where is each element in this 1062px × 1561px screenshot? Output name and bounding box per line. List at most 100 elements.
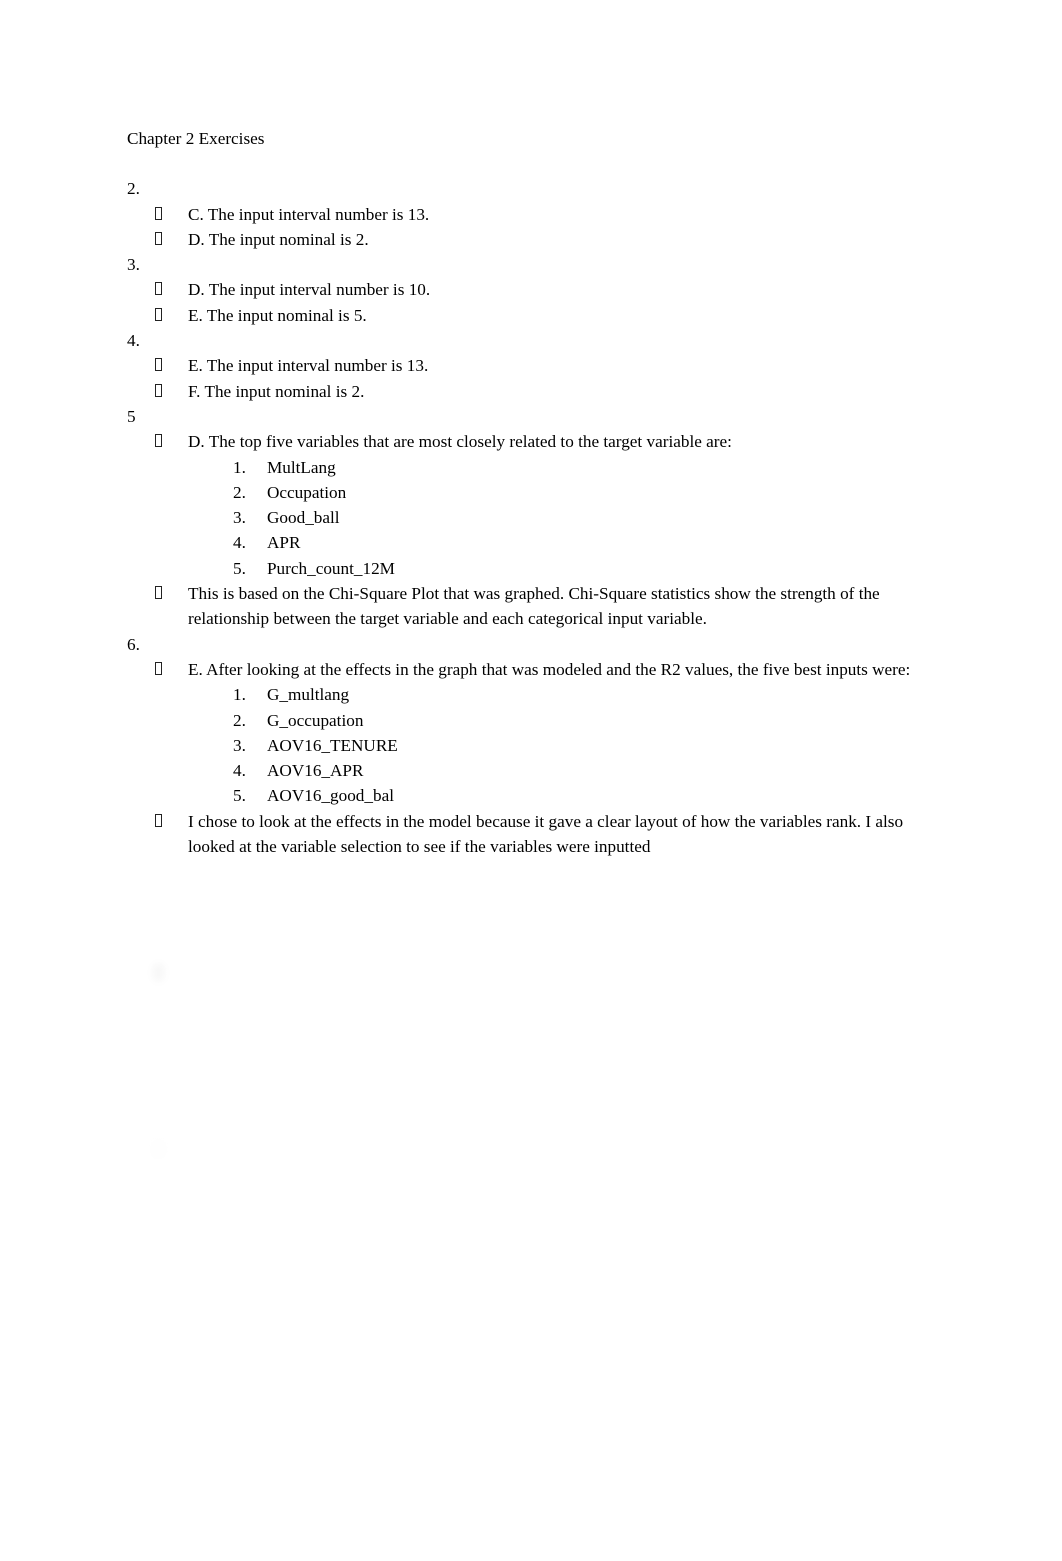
blurred-bullet-spacer	[155, 986, 188, 1011]
nested-list-number: 5.	[233, 558, 246, 578]
blurred-content-region	[87, 859, 1062, 1280]
bullet-row	[155, 1138, 939, 1163]
nested-list-number: 2.	[233, 710, 246, 730]
nested-list-label: G_multlang	[267, 685, 350, 705]
missing-glyph-box-icon	[155, 227, 188, 252]
blurred-text-line	[188, 1138, 939, 1163]
bullet-row	[155, 986, 939, 1011]
nested-list-item	[233, 1112, 939, 1137]
nested-list-item: 4. APR	[233, 530, 939, 555]
bullet-text: E. After looking at the effects in the g…	[188, 659, 911, 679]
nested-list-number	[233, 1062, 267, 1087]
nested-list-label: APR	[267, 533, 301, 553]
blurred-text-line	[188, 961, 939, 986]
nested-list-number	[233, 1087, 267, 1112]
nested-list-label: Purch_count_12M	[267, 558, 395, 578]
bullet-text: E. The input interval number is 13.	[188, 356, 429, 376]
missing-glyph-box-icon	[155, 809, 188, 834]
nested-list-number: 3.	[233, 508, 246, 528]
blurred-paragraph-continuation	[127, 859, 939, 935]
blurred-text-line	[188, 910, 939, 935]
list-marker: 3.	[127, 255, 140, 275]
nested-list-item: 1. MultLang	[233, 455, 939, 480]
nested-list-item: 5. Purch_count_12M	[233, 556, 939, 581]
blurred-bullet-paragraph	[127, 961, 939, 1012]
blurred-list-marker	[127, 935, 939, 960]
nested-list-label	[267, 1062, 939, 1087]
nested-list-label: G_occupation	[267, 710, 364, 730]
nested-list-item: 5. AOV16_good_bal	[233, 783, 939, 808]
missing-glyph-box-icon	[155, 353, 188, 378]
nested-list-item: 3. AOV16_TENURE	[233, 733, 939, 758]
document-body: Chapter 2 Exercises 2. C. The input inte…	[87, 126, 1062, 1280]
bullet-text: D. The input nominal is 2.	[188, 229, 369, 249]
bullet-row: D. The input nominal is 2.	[155, 227, 939, 252]
bullet-text: F. The input nominal is 2.	[188, 381, 365, 401]
missing-glyph-box-icon	[155, 429, 188, 454]
blurred-bullet-spacer	[155, 859, 188, 884]
nested-list-number	[233, 1112, 267, 1137]
bullet-text: D. The top five variables that are most …	[188, 432, 732, 452]
bullet-row: C. The input interval number is 13.	[155, 202, 939, 227]
nested-list-number: 1.	[233, 457, 246, 477]
list-item: 4. E. The input interval number is 13. F…	[127, 328, 939, 404]
blurred-closing-paragraph	[127, 1138, 939, 1189]
nested-list-label	[267, 1011, 939, 1036]
nested-list-label: AOV16_APR	[267, 761, 364, 781]
blurred-text-line	[188, 885, 939, 910]
list-marker: 4.	[127, 331, 140, 351]
blurred-text-line	[188, 1163, 939, 1188]
bullet-row: D. The top five variables that are most …	[155, 429, 939, 454]
bullet-text: This is based on the Chi-Square Plot tha…	[188, 584, 880, 629]
nested-list-number: 5.	[233, 786, 246, 806]
blurred-list-marker-row	[127, 935, 939, 960]
missing-glyph-box-icon	[155, 1138, 188, 1163]
list-item: 5 D. The top five variables that are mos…	[127, 404, 939, 632]
missing-glyph-box-icon	[155, 379, 188, 404]
blurred-bullet-spacer	[155, 885, 188, 910]
list-marker: 2.	[127, 179, 140, 199]
blurred-bullet-spacer	[155, 1163, 188, 1188]
nested-list-label: Occupation	[267, 482, 347, 502]
bullet-row: E. The input nominal is 5.	[155, 303, 939, 328]
blurred-nested-numbered-list	[127, 1011, 939, 1137]
bullet-text: E. The input nominal is 5.	[188, 305, 367, 325]
nested-list-number: 4.	[233, 761, 246, 781]
nested-list-label	[267, 1112, 939, 1137]
missing-glyph-box-icon	[155, 303, 188, 328]
list-marker: 5	[127, 406, 136, 426]
bullet-row: This is based on the Chi-Square Plot tha…	[155, 581, 939, 632]
nested-numbered-list: 1. MultLang 2. Occupation 3. Good_ball 4…	[127, 455, 939, 581]
nested-list-number	[233, 1011, 267, 1036]
nested-list-label	[267, 1087, 939, 1112]
nested-list-item: 4. AOV16_APR	[233, 758, 939, 783]
nested-list-label: Good_ball	[267, 508, 340, 528]
nested-list-item	[233, 1062, 939, 1087]
missing-glyph-box-icon	[155, 202, 188, 227]
bullet-row: F. The input nominal is 2.	[155, 379, 939, 404]
nested-list-number: 4.	[233, 533, 246, 553]
nested-list-number: 2.	[233, 482, 246, 502]
bullet-text: D. The input interval number is 10.	[188, 280, 431, 300]
nested-list-item	[233, 1036, 939, 1061]
list-item: 2. C. The input interval number is 13. D…	[127, 176, 939, 252]
missing-glyph-box-icon	[155, 961, 188, 986]
list-item: 6. E. After looking at the effects in th…	[127, 632, 939, 860]
blurred-text-line	[188, 986, 939, 1011]
bullet-row	[155, 961, 939, 986]
heading-spacer	[127, 151, 939, 176]
bullet-row	[155, 1163, 939, 1188]
nested-list-number	[233, 1036, 267, 1061]
missing-glyph-box-icon	[155, 581, 188, 606]
missing-glyph-box-icon	[155, 657, 188, 682]
nested-list-label	[267, 1036, 939, 1061]
bullet-row	[155, 910, 939, 935]
bullet-row: D. The input interval number is 10.	[155, 277, 939, 302]
document-page: Chapter 2 Exercises 2. C. The input inte…	[0, 0, 1062, 1561]
blurred-bullet-spacer	[155, 910, 188, 935]
nested-list-item: 2. G_occupation	[233, 708, 939, 733]
list-marker: 6.	[127, 634, 140, 654]
page-title: Chapter 2 Exercises	[127, 129, 265, 148]
nested-list-item: 3. Good_ball	[233, 505, 939, 530]
bullet-row: E. The input interval number is 13.	[155, 353, 939, 378]
